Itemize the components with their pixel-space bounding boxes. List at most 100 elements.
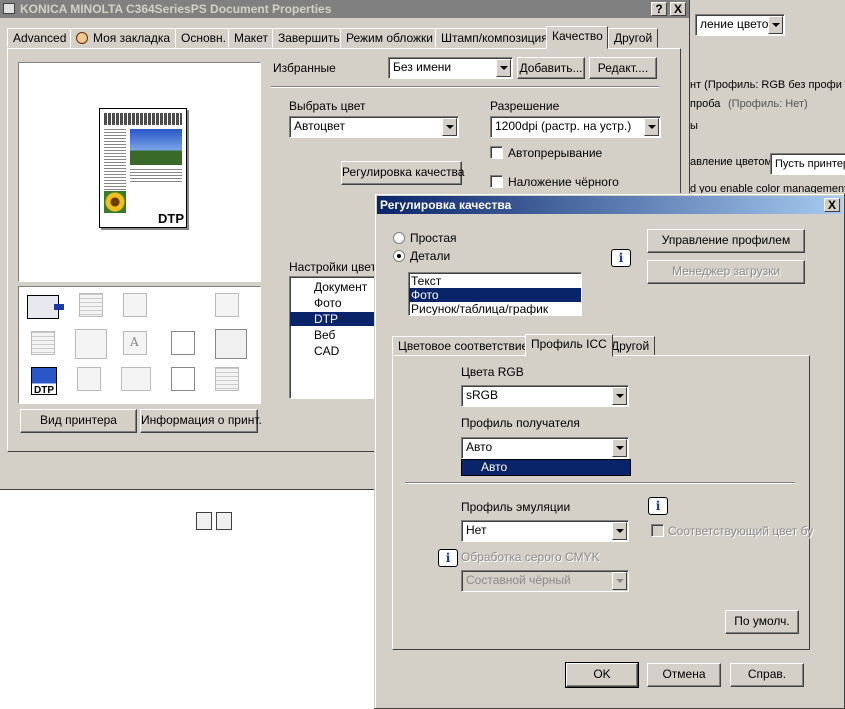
tab-color-matching[interactable]: Цветовое соответствие (392, 336, 535, 356)
chevron-down-icon[interactable] (612, 387, 627, 405)
user-icon (76, 32, 88, 44)
gray-cmyk-value: Составной чёрный (466, 573, 571, 587)
rgb-colors-label: Цвета RGB (461, 365, 524, 379)
select-color-combo[interactable]: Автоцвет (289, 116, 459, 138)
tab-color-matching-label: Цветовое соответствие (398, 339, 529, 353)
settings-icon (216, 512, 232, 530)
profile-divider (405, 482, 795, 484)
info-icon: i (648, 497, 668, 515)
printer-icon (3, 3, 15, 14)
profile-line-1: нт (Профиль: RGB без профи (690, 79, 842, 91)
tab-advanced[interactable]: Advanced (7, 28, 73, 48)
main-window-title: KONICA MINOLTA C364SeriesPS Document Pro… (20, 2, 332, 16)
printer-view-button[interactable]: Вид принтера (20, 409, 137, 433)
dialog-close-button[interactable]: X (824, 198, 840, 212)
edit-favorite-button[interactable]: Редакт.... (589, 57, 657, 79)
tab-layout[interactable]: Макет (228, 28, 274, 48)
defaults-button[interactable]: По умолч. (725, 610, 799, 634)
rgb-colors-combo[interactable]: sRGB (461, 385, 629, 407)
add-favorite-button[interactable]: Добавить... (517, 57, 585, 79)
help-dialog-button[interactable]: Справ. (730, 663, 804, 687)
tab-other[interactable]: Другой (608, 28, 659, 48)
tab-icc-profile[interactable]: Профиль ICC (525, 334, 613, 357)
paper-tray-icon (215, 367, 239, 391)
printer-info-button[interactable]: Информация о принт. (140, 409, 262, 433)
rgb-colors-value: sRGB (466, 388, 499, 402)
ok-button[interactable]: OK (565, 662, 639, 688)
chevron-down-icon[interactable] (496, 59, 511, 77)
list-item[interactable]: Текст (409, 274, 581, 288)
color-mode-combo[interactable]: ление цветом (695, 14, 785, 36)
dest-profile-dropdown[interactable]: Авто (461, 459, 631, 476)
help-button[interactable]: ? (651, 2, 667, 16)
favorites-label: Избранные (273, 61, 336, 75)
chevron-down-icon[interactable] (612, 439, 627, 457)
list-item-selected[interactable]: Фото (409, 288, 581, 302)
chevron-down-icon[interactable] (442, 118, 457, 136)
close-button[interactable]: X (670, 2, 686, 16)
numbered-page-icon (171, 367, 195, 391)
matching-color-checkbox (651, 524, 664, 537)
text-page-icon: A (123, 331, 147, 355)
profile-management-button[interactable]: Управление профилем (647, 229, 805, 253)
tab-my-tab[interactable]: Моя закладка (70, 28, 177, 48)
object-type-list[interactable]: Текст Фото Рисунок/таблица/график (408, 272, 582, 316)
dialog-title-bar[interactable]: Регулировка качества X (377, 196, 842, 214)
dest-profile-option[interactable]: Авто (481, 460, 507, 474)
quality-adjust-button[interactable]: Регулировка качества (341, 161, 464, 185)
info-icon: i (438, 549, 458, 567)
preview-panel: DTP (18, 62, 261, 282)
favorites-divider (271, 86, 659, 88)
dtp-mode-icon: DTP (31, 367, 57, 396)
mode-detail-label: Детали (410, 249, 451, 263)
cancel-button[interactable]: Отмена (647, 663, 721, 687)
thumb-sunflower-photo (104, 191, 126, 213)
select-color-value: Автоцвет (294, 119, 346, 133)
user-auth-icon (77, 367, 101, 391)
tab-quality[interactable]: Качество (546, 26, 608, 49)
thumb-heading (104, 113, 182, 125)
emulation-combo[interactable]: Нет (461, 520, 629, 542)
tab-icc-profile-label: Профиль ICC (531, 337, 607, 351)
mode-simple-label: Простая (410, 231, 457, 245)
tab-layout-label: Макет (234, 31, 268, 45)
tab-cover-mode[interactable]: Режим обложки (340, 28, 439, 48)
auto-trapping-checkbox[interactable] (490, 146, 503, 159)
color-management-combo[interactable]: Пусть принтер (770, 153, 845, 175)
dtp-mode-label: DTP (34, 385, 54, 396)
mode-simple-radio[interactable] (393, 232, 405, 244)
list-item[interactable]: Рисунок/таблица/график (409, 302, 581, 315)
thumb-text-band (130, 169, 182, 183)
black-overprint-checkbox[interactable] (490, 175, 503, 188)
resolution-combo[interactable]: 1200dpi (растр. на устр.) (490, 116, 661, 138)
chevron-down-icon[interactable] (644, 118, 659, 136)
tab-quality-label: Качество (552, 29, 603, 43)
emulation-label: Профиль эмуляции (461, 500, 571, 514)
preview-dtp-tag: DTP (158, 211, 184, 226)
printer-output-icon (27, 295, 64, 319)
tab-finish[interactable]: Завершить (272, 28, 346, 48)
tab-other-label: Другой (614, 31, 653, 45)
tab-cover-mode-label: Режим обложки (346, 31, 433, 45)
tab-basic[interactable]: Основн. (175, 28, 232, 48)
document-icon (196, 512, 212, 530)
gray-cmyk-label: Обработка серого CMYK (461, 550, 600, 564)
info-icon: i (611, 249, 631, 267)
chevron-down-icon[interactable] (768, 16, 783, 34)
chevron-down-icon[interactable] (612, 522, 627, 540)
tab-finish-label: Завершить (278, 31, 340, 45)
watermark-icon (171, 331, 195, 355)
tab-basic-label: Основн. (181, 31, 226, 45)
favorites-combo[interactable]: Без имени (388, 57, 513, 79)
profile-line-3: ы (690, 120, 698, 132)
mode-detail-radio[interactable] (393, 250, 405, 262)
resolution-value: 1200dpi (растр. на устр.) (495, 119, 632, 133)
download-manager-button: Менеджер загрузки (647, 260, 805, 284)
matching-color-label: Соответствующий цвет бу (668, 524, 814, 538)
account-track-icon (121, 367, 151, 391)
rotate-icon (215, 293, 239, 317)
tab-stamp[interactable]: Штамп/композиция (435, 28, 554, 48)
main-title-bar[interactable]: KONICA MINOLTA C364SeriesPS Document Pro… (0, 0, 689, 18)
dest-profile-combo[interactable]: Авто (461, 437, 629, 459)
copies-icon (123, 293, 147, 317)
